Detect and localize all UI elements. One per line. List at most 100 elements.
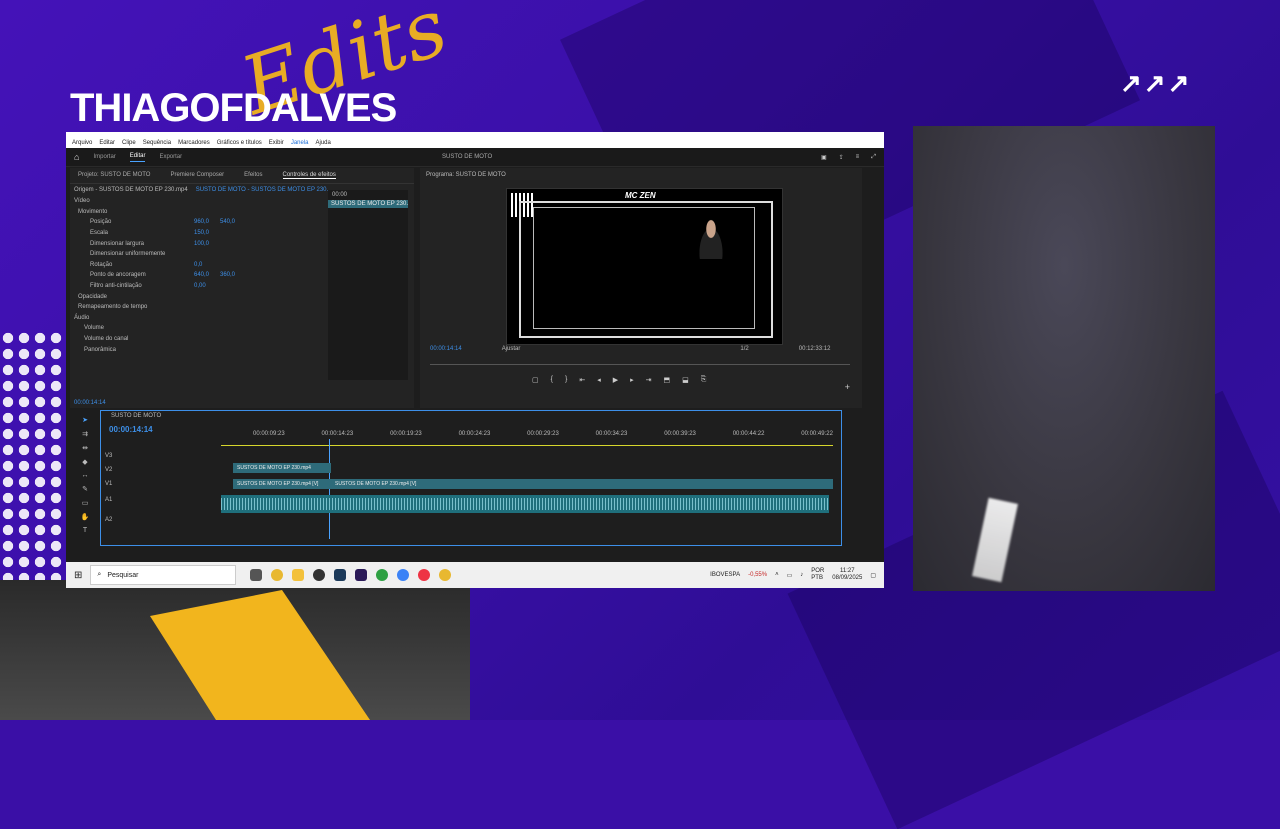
- audio-clip-a1[interactable]: [221, 495, 829, 513]
- effect-timecode: 00:00:14:14: [74, 400, 106, 406]
- origin-label[interactable]: Origem - SUSTOS DE MOTO EP 230.mp4: [74, 187, 188, 193]
- play-icon[interactable]: ▶: [613, 376, 618, 384]
- app-icon[interactable]: [376, 569, 389, 581]
- system-tray: IBOVESPA -0,55% ˄ ▭ ♪ POR PTB 11:27 08/0…: [710, 568, 876, 582]
- tab-efeitos[interactable]: Efeitos: [244, 172, 262, 179]
- menu-editar[interactable]: Editar: [99, 140, 115, 146]
- sequence-label[interactable]: SUSTO DE MOTO - SUSTOS DE MOTO EP 230...: [196, 187, 332, 193]
- effect-row-value[interactable]: 0,00: [194, 283, 220, 289]
- type-icon[interactable]: T: [83, 527, 87, 534]
- fit-dropdown[interactable]: Ajustar: [482, 346, 521, 352]
- menu-exibir[interactable]: Exibir: [269, 140, 284, 146]
- effect-row-value[interactable]: 360,0: [220, 272, 246, 278]
- slip-icon[interactable]: ↔: [82, 472, 89, 479]
- project-title: SUSTO DE MOTO: [442, 154, 493, 160]
- language-indicator[interactable]: POR PTB: [811, 568, 824, 582]
- go-to-out-icon[interactable]: ⇥: [646, 376, 652, 384]
- timeline-panel: SUSTO DE MOTO 00:00:14:14 00:00:09:23 00…: [100, 410, 842, 546]
- razor-icon[interactable]: ◆: [82, 458, 87, 466]
- lift-icon[interactable]: ⬒: [663, 376, 670, 384]
- selection-tool-icon[interactable]: ➤: [82, 416, 88, 424]
- add-button-icon[interactable]: +: [845, 382, 850, 392]
- search-placeholder: Pesquisar: [107, 571, 139, 579]
- chrome-icon[interactable]: [271, 569, 284, 581]
- effect-row-value[interactable]: 960,0: [194, 219, 220, 225]
- stock-name[interactable]: IBOVESPA: [710, 572, 740, 578]
- step-back-icon[interactable]: ◂: [597, 376, 601, 384]
- ruler-tick: 00:00:29:23: [527, 431, 559, 437]
- tab-premiere-composer[interactable]: Premiere Composer: [170, 172, 224, 179]
- chrome-profile-icon[interactable]: [418, 569, 431, 581]
- menubar: Arquivo Editar Clipe Sequência Marcadore…: [66, 138, 884, 148]
- effect-row-value[interactable]: 100,0: [194, 241, 220, 247]
- photoshop-icon[interactable]: [334, 569, 347, 581]
- app-icon[interactable]: [313, 569, 326, 581]
- clock[interactable]: 11:27 08/09/2025: [832, 568, 862, 582]
- effect-row-value[interactable]: 640,0: [194, 272, 220, 278]
- windows-start-icon[interactable]: ⊞: [74, 570, 82, 581]
- track-label[interactable]: A1: [105, 497, 215, 517]
- hand-icon[interactable]: ✋: [81, 513, 90, 521]
- tab-controles-de-efeitos[interactable]: Controles de efeitos: [282, 172, 336, 179]
- timeline-ruler[interactable]: 00:00:09:23 00:00:14:23 00:00:19:23 00:0…: [253, 431, 833, 437]
- workspace-icon[interactable]: ▣: [821, 154, 827, 161]
- overlay-title: MC ZEN: [625, 191, 656, 200]
- track-label[interactable]: V3: [105, 453, 215, 467]
- ripple-edit-icon[interactable]: ⇹: [82, 444, 88, 452]
- playhead[interactable]: [329, 439, 330, 539]
- effect-row-label: Ponto de ancoragem: [90, 272, 146, 279]
- quality-dropdown[interactable]: 1/2: [540, 346, 748, 352]
- program-title: Programa: SUSTO DE MOTO: [426, 172, 506, 178]
- rectangle-icon[interactable]: ▭: [82, 499, 89, 507]
- explorer-icon[interactable]: [292, 569, 305, 581]
- tab-importar[interactable]: Importar: [93, 154, 115, 160]
- tab-exportar[interactable]: Exportar: [159, 154, 182, 160]
- effect-row-value[interactable]: 540,0: [220, 219, 246, 225]
- chrome-profile-icon[interactable]: [397, 569, 410, 581]
- scrubber-bar[interactable]: [430, 364, 850, 365]
- track-select-icon[interactable]: ⇉: [82, 430, 88, 438]
- menu-sequencia[interactable]: Sequência: [143, 140, 171, 146]
- effect-row-value[interactable]: 150,0: [194, 230, 220, 236]
- premiere-icon[interactable]: [355, 569, 368, 581]
- menu-janela[interactable]: Janela: [291, 140, 309, 146]
- tab-editar[interactable]: Editar: [129, 153, 146, 162]
- share-icon[interactable]: ⇪: [839, 154, 844, 161]
- effect-row-value[interactable]: 0,0: [194, 262, 220, 268]
- volume-icon[interactable]: ♪: [800, 572, 803, 578]
- tab-projeto[interactable]: Projeto: SUSTO DE MOTO: [78, 172, 150, 179]
- menu-marcadores[interactable]: Marcadores: [178, 140, 210, 146]
- pen-icon[interactable]: ✎: [82, 485, 88, 493]
- task-view-icon[interactable]: [250, 569, 263, 581]
- timeline-timecode: 00:00:14:14: [109, 425, 153, 434]
- home-icon[interactable]: ⌂: [74, 152, 79, 162]
- mini-clip[interactable]: SUSTOS DE MOTO EP 230.mp4: [328, 200, 408, 208]
- chevron-up-icon[interactable]: ˄: [775, 572, 779, 578]
- clip-v1-b[interactable]: SUSTOS DE MOTO EP 230.mp4 [V]: [331, 479, 833, 489]
- extract-icon[interactable]: ⬓: [682, 376, 689, 384]
- fullscreen-icon[interactable]: ⤢: [871, 154, 876, 161]
- menu-arquivo[interactable]: Arquivo: [72, 140, 92, 146]
- track-label[interactable]: V1: [105, 481, 215, 497]
- effect-row-label: Posição: [90, 219, 112, 226]
- menu-icon[interactable]: ≡: [856, 154, 860, 161]
- ruler-tick: 00:00:44:22: [732, 431, 765, 437]
- work-area-bar[interactable]: [221, 445, 833, 446]
- marker-icon[interactable]: ▢: [532, 376, 539, 384]
- clip-v1-a[interactable]: SUSTOS DE MOTO EP 230.mp4 [V]: [233, 479, 331, 489]
- track-label[interactable]: A2: [105, 517, 215, 531]
- menu-ajuda[interactable]: Ajuda: [316, 140, 331, 146]
- track-label[interactable]: V2: [105, 467, 215, 481]
- clip-v2[interactable]: SUSTOS DE MOTO EP 230.mp4: [233, 463, 331, 473]
- go-to-in-icon[interactable]: ⇤: [579, 376, 585, 384]
- menu-clipe[interactable]: Clipe: [122, 140, 136, 146]
- network-icon[interactable]: ▭: [787, 572, 793, 579]
- taskbar-search[interactable]: ⌕ Pesquisar: [90, 565, 237, 585]
- menu-graficos[interactable]: Gráficos e títulos: [217, 140, 262, 146]
- step-forward-icon[interactable]: ▸: [630, 376, 634, 384]
- mark-in-icon[interactable]: {: [551, 376, 553, 384]
- mark-out-icon[interactable]: }: [565, 376, 567, 384]
- notification-icon[interactable]: ▢: [870, 572, 876, 579]
- chrome-profile-icon[interactable]: [439, 569, 452, 581]
- export-frame-icon[interactable]: ⎘: [701, 376, 707, 384]
